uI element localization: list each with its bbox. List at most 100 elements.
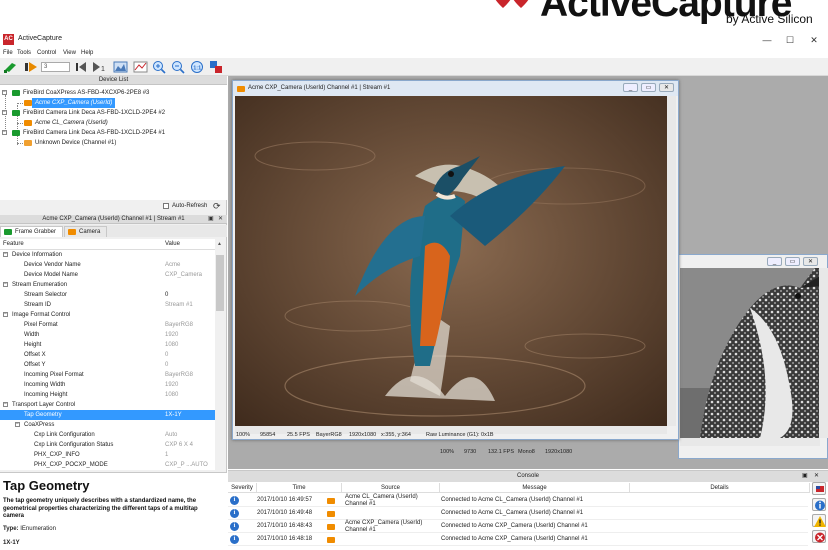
close-panel-icon[interactable]: ✕ — [218, 215, 223, 224]
console-row[interactable]: i 2017/10/10 16:48:43 Acme CXP_Camera (Use… — [228, 520, 808, 533]
frame-count-input[interactable]: 3 — [41, 62, 70, 72]
feature-row[interactable]: Incoming Height 1080 — [0, 390, 215, 400]
col-source[interactable]: Source — [342, 483, 440, 493]
feature-row[interactable]: − Device Information — [0, 250, 215, 260]
connect-button[interactable] — [3, 60, 18, 74]
window-close-icon[interactable]: ✕ — [803, 257, 818, 266]
menu-control[interactable]: Control — [37, 50, 56, 56]
feature-row[interactable]: Width 1920 — [0, 330, 215, 340]
collapse-icon[interactable]: − — [3, 402, 8, 407]
float-icon[interactable]: ▣ — [208, 215, 214, 224]
feature-row[interactable]: Pixel Format BayerRG8 — [0, 320, 215, 330]
menu-file[interactable]: File — [3, 50, 13, 56]
feature-value[interactable]: 1X-1Y — [165, 410, 182, 420]
menu-help[interactable]: Help — [81, 50, 93, 56]
feature-value[interactable]: CXP_P ...AUTO — [165, 460, 208, 470]
zoom-in-button[interactable] — [152, 60, 167, 74]
collapse-icon[interactable]: − — [3, 312, 8, 317]
window-minimize-icon[interactable]: _ — [767, 257, 782, 266]
play-button[interactable] — [24, 60, 39, 74]
tree-node-frame-grabber-3[interactable]: − FireBird CoaXPress AS-FBD-4XCXP6-2PE8 … — [0, 88, 227, 98]
close-button[interactable]: ✕ — [804, 33, 824, 47]
filter-error-button[interactable] — [812, 530, 826, 543]
collapse-icon[interactable]: − — [3, 282, 8, 287]
collapse-icon[interactable]: − — [2, 130, 7, 135]
feature-row[interactable]: Device Model Name CXP_Camera — [0, 270, 215, 280]
auto-refresh-checkbox[interactable] — [163, 203, 169, 209]
scrollbar-thumb[interactable] — [216, 255, 224, 311]
feature-value[interactable]: 1920 — [165, 380, 178, 390]
feature-value[interactable]: Auto — [165, 430, 177, 440]
feature-value[interactable]: 1 — [165, 450, 168, 460]
feature-row[interactable]: Incoming Pixel Format BayerRG8 — [0, 370, 215, 380]
feature-row[interactable]: Device Vendor Name Acme — [0, 260, 215, 270]
col-severity[interactable]: Severity — [228, 483, 257, 493]
menu-view[interactable]: View — [63, 50, 76, 56]
minimize-button[interactable]: — — [757, 33, 777, 47]
tree-node-frame-grabber-2[interactable]: − FireBird Camera Link Deca AS-FBD-1XCLD… — [0, 108, 227, 118]
col-message[interactable]: Message — [440, 483, 630, 493]
col-time[interactable]: Time — [257, 483, 342, 493]
feature-row[interactable]: Tap Geometry 1X-1Y — [0, 410, 215, 420]
filter-info-button[interactable] — [812, 498, 826, 511]
feature-value[interactable]: Acme — [165, 260, 180, 270]
mono-vertical-scrollbar[interactable] — [819, 268, 828, 438]
tree-node-cxp-camera[interactable]: Acme CXP_Camera (UserId) — [0, 98, 227, 108]
collapse-icon[interactable]: − — [2, 90, 7, 95]
feature-row[interactable]: Offset X 0 — [0, 350, 215, 360]
tab-frame-grabber[interactable]: Frame Grabber — [0, 226, 64, 237]
filter-warning-button[interactable] — [812, 514, 826, 527]
maximize-button[interactable]: ☐ — [780, 33, 800, 47]
collapse-icon[interactable]: − — [15, 422, 20, 427]
menu-tools[interactable]: Tools — [17, 50, 31, 56]
window-restore-icon[interactable]: ▭ — [641, 83, 656, 92]
col-details[interactable]: Details — [630, 483, 810, 493]
tab-camera[interactable]: Camera — [64, 226, 108, 237]
feature-row[interactable]: − Stream Enumeration — [0, 280, 215, 290]
feature-scrollbar[interactable]: ▲ — [215, 239, 225, 470]
close-panel-icon[interactable]: ✕ — [814, 471, 819, 482]
histogram-button[interactable] — [113, 60, 128, 74]
feature-row[interactable]: Stream Selector 0 — [0, 290, 215, 300]
feature-value[interactable]: 1920 — [165, 330, 178, 340]
console-row[interactable]: i 2017/10/10 16:49:48 Connected to Acme CL… — [228, 507, 808, 520]
feature-row[interactable]: Cxp Link Configuration Auto — [0, 430, 215, 440]
feature-value[interactable]: BayerRG8 — [165, 370, 193, 380]
feature-row[interactable]: − CoaXPress — [0, 420, 215, 430]
col-feature[interactable]: Feature — [3, 239, 24, 250]
feature-value[interactable]: 0 — [165, 290, 168, 300]
tree-node-frame-grabber-1[interactable]: − FireBird Camera Link Deca AS-FBD-1XCLD… — [0, 128, 227, 138]
window-minimize-icon[interactable]: _ — [623, 83, 638, 92]
feature-value[interactable]: CXP_Camera — [165, 270, 202, 280]
feature-value[interactable]: 0 — [165, 360, 168, 370]
window-close-icon[interactable]: ✕ — [659, 83, 674, 92]
feature-value[interactable]: Stream #1 — [165, 300, 193, 310]
float-icon[interactable]: ▣ — [802, 471, 808, 482]
feature-value[interactable]: CXP 6 X 4 — [165, 440, 193, 450]
feature-value[interactable]: BayerRG8 — [165, 320, 193, 330]
image-window-titlebar[interactable]: Acme CXP_Camera (UserId) Channel #1 | St… — [233, 81, 678, 96]
feature-row[interactable]: − Image Format Control — [0, 310, 215, 320]
feature-value[interactable]: 1080 — [165, 340, 178, 350]
color-vertical-scrollbar[interactable] — [667, 96, 676, 426]
collapse-icon[interactable]: − — [2, 110, 7, 115]
feature-value[interactable]: 1080 — [165, 390, 178, 400]
col-value[interactable]: Value — [165, 239, 180, 250]
zoom-actual-button[interactable]: 1:1 — [190, 60, 205, 74]
console-row[interactable]: i 2017/10/10 16:49:57 Acme CL_Camera (User… — [228, 494, 808, 507]
feature-row[interactable]: PHX_CXP_INFO 1 — [0, 450, 215, 460]
window-restore-icon[interactable]: ▭ — [785, 257, 800, 266]
step-back-button[interactable] — [74, 60, 89, 74]
zoom-out-button[interactable] — [171, 60, 186, 74]
feature-row[interactable]: Incoming Width 1920 — [0, 380, 215, 390]
collapse-icon[interactable]: − — [3, 252, 8, 257]
step-one-button[interactable]: 1 — [91, 60, 106, 74]
feature-row[interactable]: PHX_CXP_POCXP_MODE CXP_P ...AUTO — [0, 460, 215, 470]
feature-row[interactable]: Cxp Link Configuration Status CXP 6 X 4 — [0, 440, 215, 450]
mono-horizontal-scrollbar[interactable] — [680, 438, 820, 446]
feature-row[interactable]: − Transport Layer Control — [0, 400, 215, 410]
refresh-icon[interactable]: ⟳ — [213, 201, 223, 211]
feature-row[interactable]: Stream ID Stream #1 — [0, 300, 215, 310]
profile-button[interactable] — [133, 60, 148, 74]
fit-window-button[interactable] — [209, 60, 224, 74]
